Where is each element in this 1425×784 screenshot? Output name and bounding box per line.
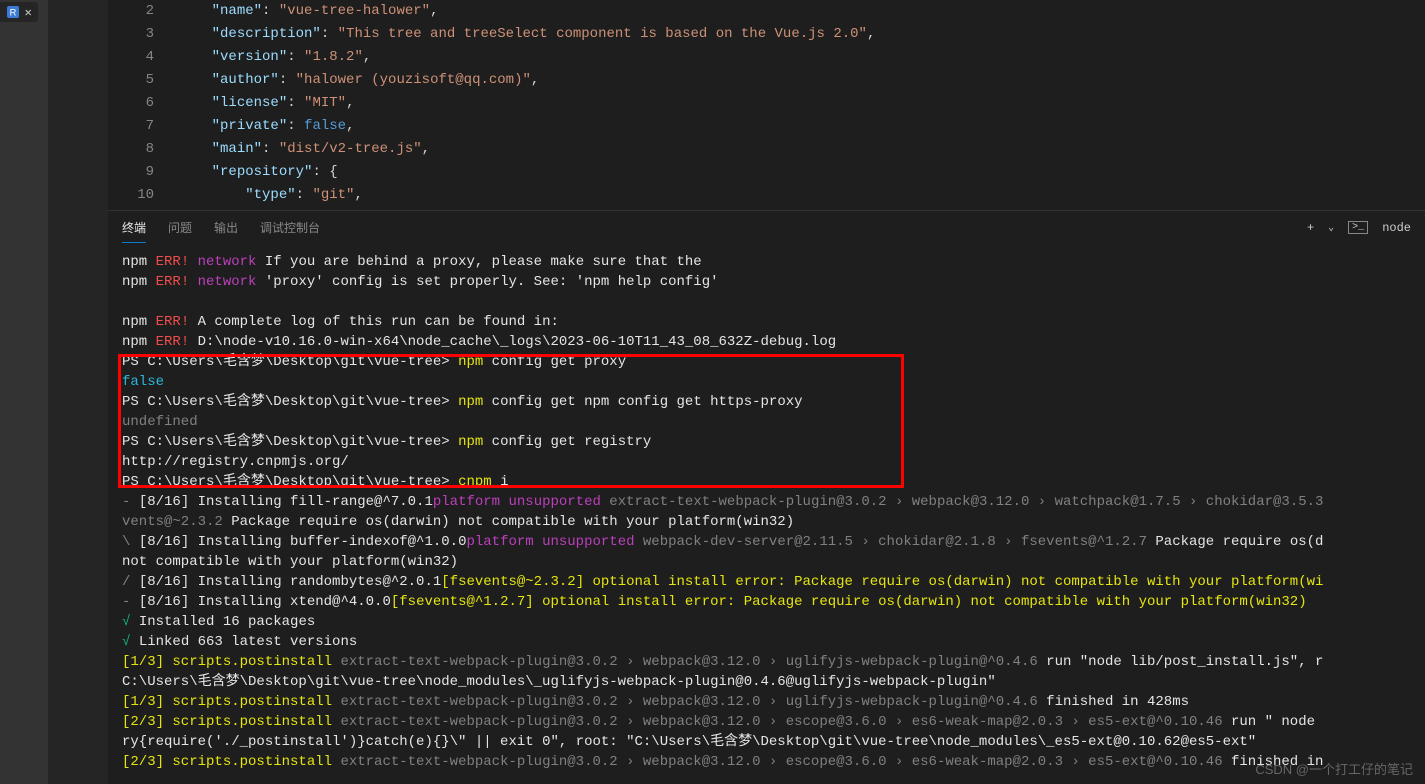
new-terminal-icon[interactable]: +: [1307, 221, 1314, 235]
chevron-down-icon[interactable]: ⌄: [1328, 222, 1334, 234]
ramda-tab[interactable]: = R ✕: [0, 2, 38, 22]
editor[interactable]: 2345678910 "name": "vue-tree-halower", "…: [108, 0, 1425, 210]
watermark: CSDN @一个打工仔的笔记: [1255, 759, 1413, 778]
activity-bar: = R ✕: [0, 0, 48, 784]
terminal-shell-label: node: [1382, 221, 1411, 235]
terminal[interactable]: npm ERR! network If you are behind a pro…: [108, 244, 1425, 784]
ps-prompt: PS C:\Users\毛含梦\Desktop\git\vue-tree>: [122, 354, 458, 370]
close-icon[interactable]: ✕: [25, 5, 32, 20]
terminal-shell-icon[interactable]: >_: [1348, 221, 1368, 234]
panel-tabs: 终端 问题 输出 调试控制台 + ⌄ >_ node: [108, 210, 1425, 244]
tab-problems[interactable]: 问题: [168, 213, 192, 242]
err-label: ERR!: [156, 254, 190, 270]
tab-drag-icon: =: [0, 4, 1, 20]
check-icon: √: [122, 614, 139, 630]
tab-output[interactable]: 输出: [214, 213, 238, 242]
sidebar: [48, 0, 108, 784]
line-gutter: 2345678910: [108, 0, 178, 210]
main-area: 2345678910 "name": "vue-tree-halower", "…: [108, 0, 1425, 784]
code-content[interactable]: "name": "vue-tree-halower", "description…: [178, 0, 1425, 210]
tab-debug-console[interactable]: 调试控制台: [260, 213, 320, 242]
ramda-icon: R: [5, 4, 21, 20]
tab-terminal[interactable]: 终端: [122, 213, 146, 243]
svg-text:R: R: [9, 7, 16, 17]
